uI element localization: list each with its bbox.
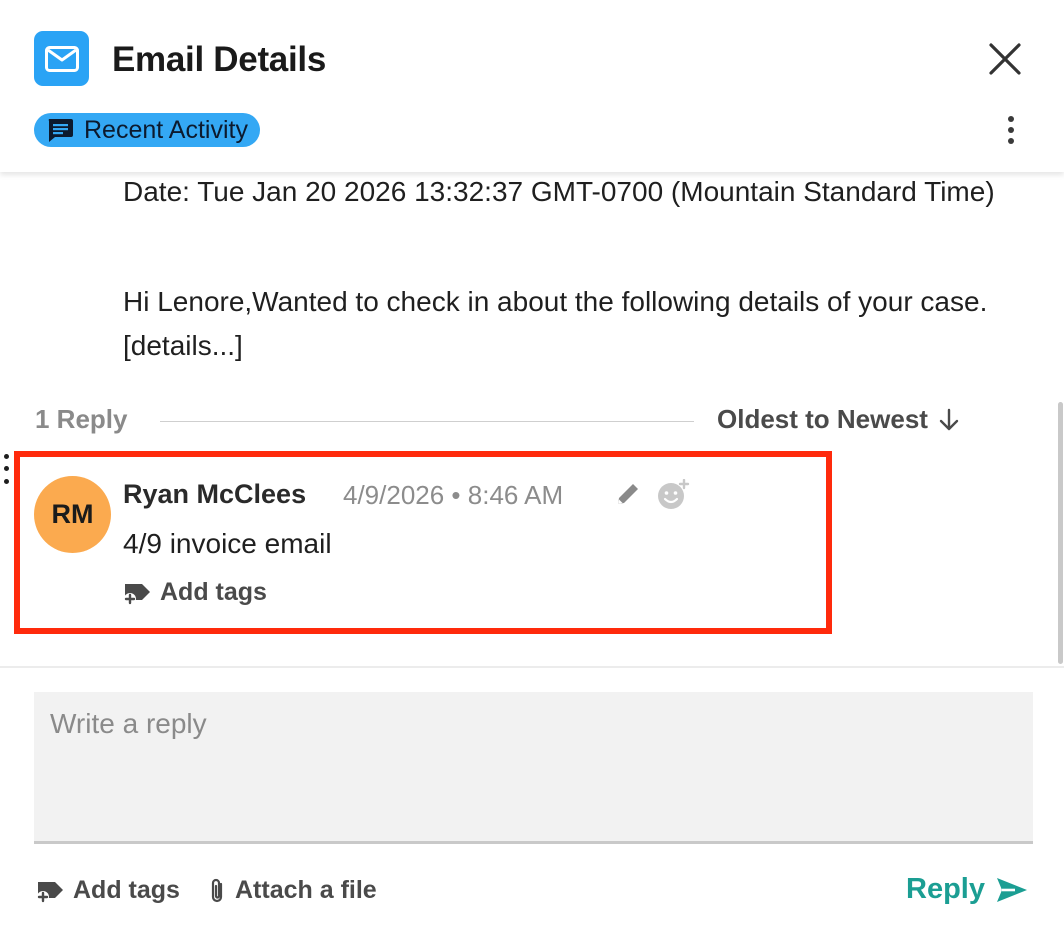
reply-input[interactable] (34, 692, 1033, 844)
chat-icon (48, 119, 73, 142)
recent-activity-tab[interactable]: Recent Activity (34, 113, 260, 147)
email-date: Date: Tue Jan 20 2026 13:32:37 GMT-0700 … (123, 176, 995, 207)
email-body: Hi Lenore,Wanted to check in about the f… (123, 286, 988, 361)
add-reaction-icon[interactable] (656, 478, 690, 511)
reply-count: 1 Reply (35, 404, 128, 434)
mail-icon (34, 31, 89, 86)
kebab-dot-icon (1008, 138, 1014, 144)
comment-add-tags-label: Add tags (160, 578, 267, 606)
comment-author: Ryan McClees (123, 479, 307, 509)
composer-add-tags-label: Add tags (73, 876, 180, 904)
divider (160, 421, 694, 422)
recent-activity-label: Recent Activity (84, 115, 248, 144)
composer-add-tags-button[interactable]: Add tags (36, 876, 180, 905)
sort-order-button[interactable]: Oldest to Newest (717, 404, 960, 435)
add-tag-icon (37, 881, 63, 903)
scrollbar[interactable] (1058, 402, 1063, 664)
comment-timestamp: 4/9/2026 • 8:46 AM (343, 480, 564, 510)
close-icon (989, 43, 1021, 75)
sort-order-label: Oldest to Newest (717, 404, 928, 434)
composer-divider (0, 666, 1064, 668)
more-options-button[interactable] (996, 110, 1026, 150)
kebab-dot-icon (1008, 127, 1014, 133)
avatar: RM (34, 476, 111, 553)
close-button[interactable] (982, 36, 1028, 82)
send-reply-label: Reply (906, 873, 985, 905)
attach-file-label: Attach a file (235, 876, 377, 904)
edit-icon[interactable] (614, 480, 642, 508)
add-tag-icon (124, 583, 150, 605)
send-reply-button[interactable]: Reply (906, 873, 1029, 906)
send-icon (996, 877, 1027, 902)
comment-add-tags-button[interactable]: Add tags (123, 578, 267, 607)
arrow-down-icon (939, 408, 959, 430)
comment-text: 4/9 invoice email (123, 528, 332, 559)
page-title: Email Details (112, 40, 326, 79)
paperclip-icon (211, 878, 223, 902)
attach-file-button[interactable]: Attach a file (207, 876, 377, 905)
panel-header: Email Details Recent Activity (0, 0, 1064, 172)
kebab-dot-icon (1008, 116, 1014, 122)
